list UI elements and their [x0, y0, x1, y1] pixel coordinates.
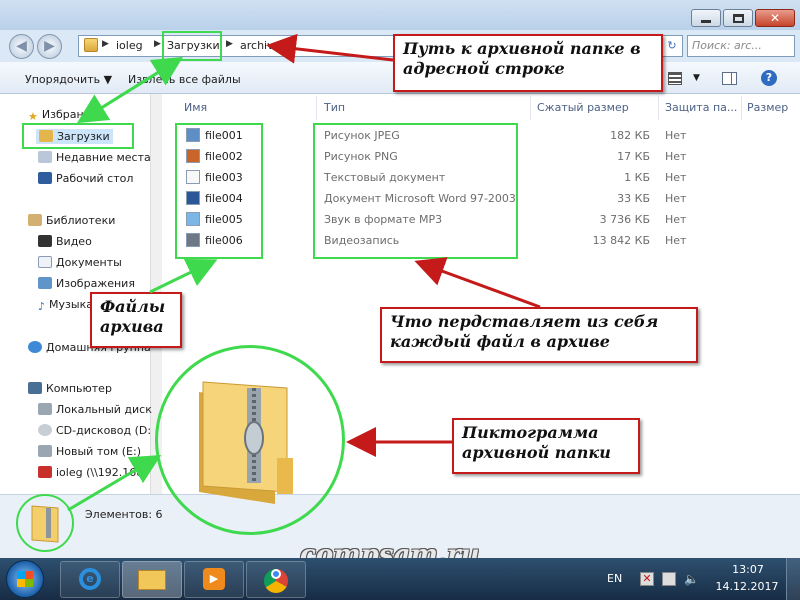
taskbar-explorer[interactable]: [122, 561, 182, 598]
clock-time[interactable]: 13:07: [720, 563, 776, 576]
taskbar-chrome[interactable]: [246, 561, 306, 598]
action-center-icon[interactable]: ✕: [640, 572, 654, 586]
language-indicator[interactable]: EN: [607, 572, 622, 585]
arrow-to-files: [149, 258, 218, 294]
arrow-to-big-icon: [67, 454, 162, 512]
windows-logo-icon: [17, 571, 33, 587]
clock-date[interactable]: 14.12.2017: [712, 580, 782, 593]
media-player-icon: ▶: [203, 568, 225, 590]
annotation-arrows: [67, 33, 541, 512]
taskbar-ie[interactable]: e: [60, 561, 120, 598]
volume-icon[interactable]: 🔈: [684, 572, 699, 586]
taskbar-media-player[interactable]: ▶: [184, 561, 244, 598]
chrome-icon: [264, 569, 288, 593]
explorer-folder-icon: [138, 570, 166, 590]
taskbar: [0, 558, 800, 600]
arrow-to-addressbar: [81, 56, 184, 122]
network-icon[interactable]: [662, 572, 676, 586]
start-button[interactable]: [6, 560, 44, 598]
internet-explorer-icon: e: [79, 568, 101, 590]
arrow-to-types: [414, 257, 541, 309]
show-desktop-button[interactable]: [786, 558, 800, 600]
arrow-to-address: [266, 33, 394, 64]
